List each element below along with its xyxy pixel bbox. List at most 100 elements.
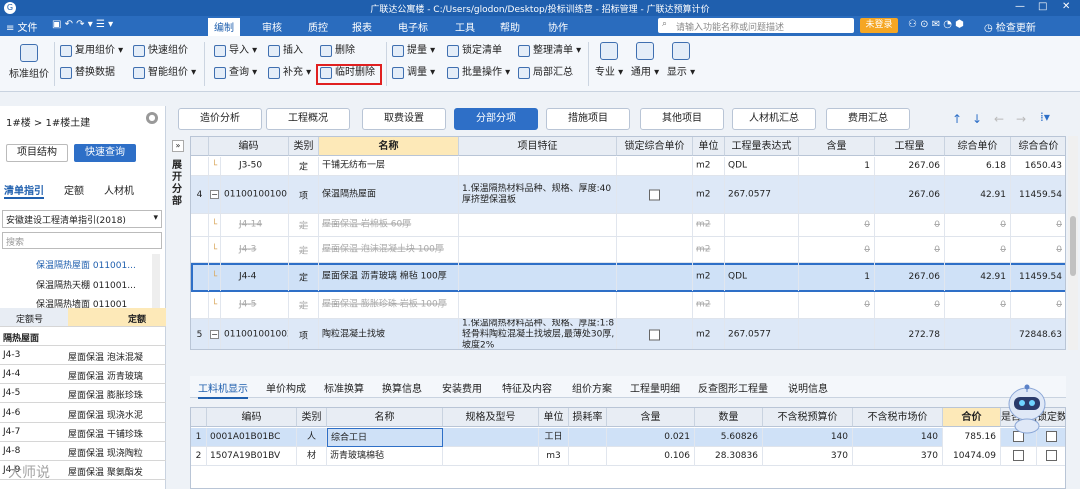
mat-amount[interactable]: 5.60826 (695, 428, 763, 447)
bgrid-header[interactable]: 单位 (539, 408, 569, 427)
cell-expr[interactable] (725, 214, 799, 236)
tree-item[interactable]: 保温隔热天棚 011001... (36, 278, 136, 291)
user-icon[interactable]: ⚇ ⊙ ✉ ◔ ⬢ (908, 19, 964, 30)
mat-spec[interactable] (443, 447, 539, 466)
cell-price[interactable]: 42.91 (945, 176, 1011, 213)
tab-5[interactable]: 其他项目 (640, 108, 724, 130)
mat-market[interactable]: 370 (853, 447, 943, 466)
settings-icon[interactable]: ● (146, 112, 158, 124)
grid-header[interactable]: 编码 (209, 137, 289, 156)
cell-type[interactable]: 定 (289, 237, 319, 262)
organize-list-button[interactable]: 整理清单 ▾ (518, 44, 581, 58)
mat-unit[interactable]: m3 (539, 447, 569, 466)
cell-no[interactable] (191, 237, 209, 262)
assistant-robot-icon[interactable] (1005, 382, 1049, 434)
cell-total[interactable]: 0 (1011, 292, 1065, 318)
cell-type[interactable]: 定 (289, 263, 319, 291)
expand-division-label[interactable]: 展开分部 (172, 160, 184, 208)
provisional-checkbox[interactable] (1001, 447, 1037, 466)
quick-pricing-button[interactable]: 快速组价 (133, 44, 188, 58)
cell-content[interactable] (799, 319, 875, 349)
lock-price-cell[interactable] (617, 319, 693, 349)
cell-code[interactable]: J4-14 (221, 214, 289, 236)
menu-edit[interactable]: 编制 (208, 18, 240, 36)
mat-name[interactable]: 综合工日 (327, 428, 443, 447)
cell-qty[interactable]: 0 (875, 214, 945, 236)
grid-header[interactable]: 项目特征 (459, 137, 617, 156)
login-button[interactable]: 未登录 (860, 18, 898, 33)
grid-scrollbar[interactable] (1068, 136, 1078, 350)
guide-dropdown[interactable]: 安徽建设工程清单指引(2018) ▾ (2, 210, 162, 228)
cell-code[interactable]: 011001001001 (221, 176, 289, 213)
cell-no[interactable] (191, 292, 209, 318)
lock-price-cell[interactable] (617, 214, 693, 236)
cell-no[interactable]: 5 (191, 319, 209, 349)
cell-name[interactable]: 保温隔热屋面 (319, 176, 459, 213)
cell-total[interactable]: 1650.43 (1011, 157, 1065, 175)
column-settings-icon[interactable]: ⁞▾ (1040, 110, 1050, 124)
cell-code[interactable]: J4-3 (221, 237, 289, 262)
file-menu[interactable]: ≡ 文件 (6, 19, 38, 34)
cell-unit[interactable]: m2 (693, 292, 725, 318)
cell-name[interactable]: 屋面保温 岩棉板 60厚 (319, 214, 459, 236)
cell-price[interactable]: 0 (945, 292, 1011, 318)
cell-feature[interactable] (459, 237, 617, 262)
cell-unit[interactable]: m2 (693, 319, 725, 349)
smart-pricing-button[interactable]: 智能组价 ▾ (133, 66, 196, 80)
cell-content[interactable]: 1 (799, 157, 875, 175)
grid-row[interactable]: └ J4-4 定屋面保温 沥青玻璃 棉毡 100厚 m2 QDL 1 267.06 42.91… (191, 263, 1065, 292)
grid-header[interactable]: 名称 (319, 137, 459, 156)
adjust-qty-button[interactable]: 调量 ▾ (392, 66, 435, 80)
cell-qty[interactable]: 267.06 (875, 157, 945, 175)
cell-type[interactable]: 项 (289, 319, 319, 349)
cell-type[interactable]: 定 (289, 292, 319, 318)
tab-1[interactable]: 工程概况 (266, 108, 350, 130)
tree-toggle-cell[interactable]: └ (209, 263, 221, 291)
grid-header[interactable]: 类别 (289, 137, 319, 156)
tab-3[interactable]: 分部分项 (454, 108, 538, 130)
lock-price-cell[interactable] (617, 292, 693, 318)
tree-item[interactable]: 保温隔热屋面 011001... (36, 258, 136, 271)
grid-row[interactable]: └ J4-14 定屋面保温 岩棉板 60厚 m2 0 0 0 0 (191, 214, 1065, 237)
lock-list-button[interactable]: 锁定清单 (447, 44, 502, 58)
detail-tab-7[interactable]: 工程量明细 (630, 380, 680, 395)
grid-row[interactable]: └ J3-50 定干铺无纺布一层 m2 QDL 1 267.06 6.18 1650.43 (191, 157, 1065, 176)
collapse-icon[interactable]: − (210, 189, 219, 199)
detail-tab-3[interactable]: 换算信息 (382, 380, 422, 395)
menu-tools[interactable]: 工具 (455, 19, 475, 34)
cell-feature[interactable] (459, 292, 617, 318)
move-right-icon[interactable]: → (1016, 112, 1026, 126)
mat-loss[interactable] (569, 428, 607, 447)
left-search-input[interactable]: 搜索 (2, 232, 162, 249)
cell-total[interactable]: 72848.63 (1011, 319, 1065, 349)
mat-unit[interactable]: 工日 (539, 428, 569, 447)
delete-button[interactable]: 删除 (320, 44, 355, 58)
cell-type[interactable]: 定 (289, 214, 319, 236)
cell-code[interactable]: 011001001002 (221, 319, 289, 349)
bgrid-header[interactable]: 名称 (327, 408, 443, 427)
supplement-button[interactable]: 补充 ▾ (268, 66, 311, 80)
grid-header[interactable]: 锁定综合单价 (617, 137, 693, 156)
menu-review[interactable]: 审核 (262, 19, 282, 34)
cell-unit[interactable]: m2 (693, 176, 725, 213)
tab-0[interactable]: 造价分析 (178, 108, 262, 130)
cell-feature[interactable]: 1.保温隔热材料品种、规格、厚度:40厚挤塑保温板 (459, 176, 617, 213)
lock-price-cell[interactable] (617, 176, 693, 213)
cell-name[interactable]: 屋面保温 泡沫混凝土块 100厚 (319, 237, 459, 262)
cell-code[interactable]: J4-4 (221, 263, 289, 291)
batch-operation-button[interactable]: 批量操作 ▾ (447, 66, 510, 80)
cell-unit[interactable]: m2 (693, 237, 725, 262)
cell-code[interactable]: J4-5 (221, 292, 289, 318)
grid-row[interactable]: └ J4-3 定屋面保温 泡沫混凝土块 100厚 m2 0 0 0 0 (191, 237, 1065, 263)
tab-2[interactable]: 取费设置 (362, 108, 446, 130)
cell-expr[interactable] (725, 237, 799, 262)
mat-total[interactable]: 785.16 (943, 428, 1001, 447)
cell-total[interactable]: 0 (1011, 214, 1065, 236)
bgrid-header[interactable]: 规格及型号 (443, 408, 539, 427)
cell-feature[interactable] (459, 263, 617, 291)
cell-content[interactable]: 0 (799, 237, 875, 262)
bgrid-header[interactable]: 合价 (943, 408, 1001, 427)
cell-price[interactable]: 6.18 (945, 157, 1011, 175)
cell-qty[interactable]: 272.78 (875, 319, 945, 349)
tab-list-guide[interactable]: 清单指引 (4, 182, 44, 199)
